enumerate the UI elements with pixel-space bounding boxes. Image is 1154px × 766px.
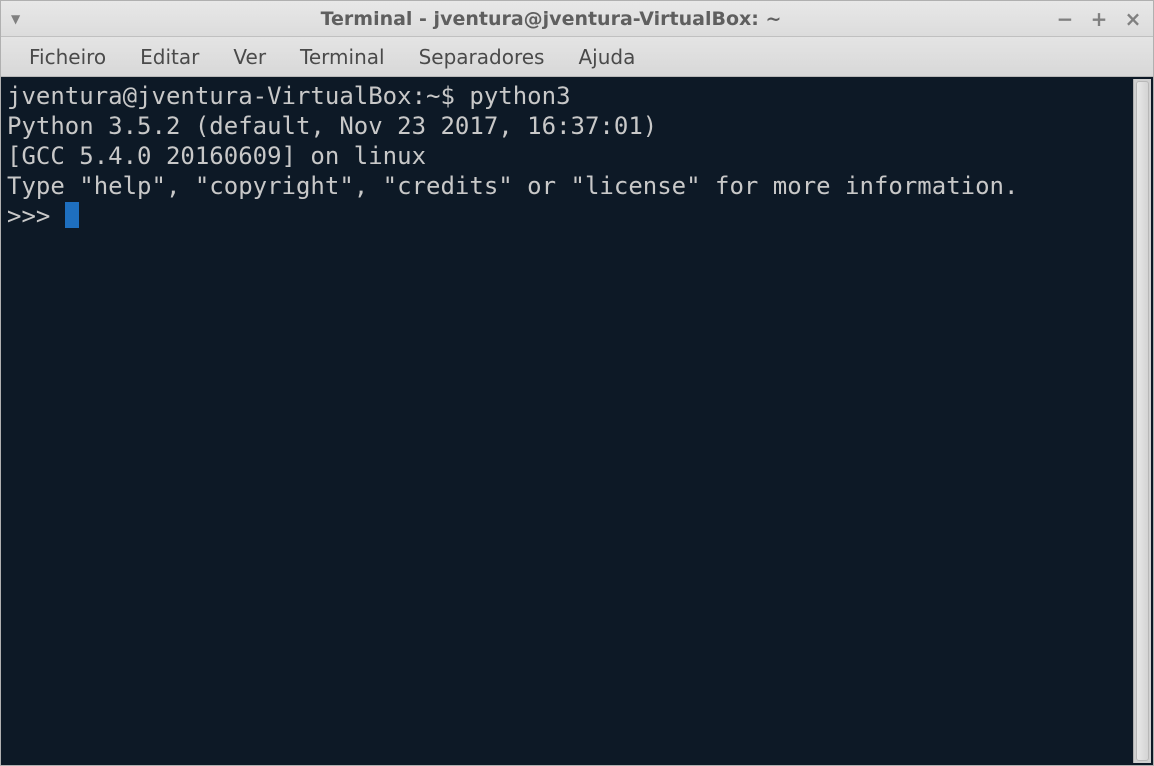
minimize-button[interactable]: − [1055,9,1075,29]
menu-editar[interactable]: Editar [126,41,213,73]
terminal-window: ▼ Terminal - jventura@jventura-VirtualBo… [0,0,1154,766]
python-repl-prompt: >>> [7,202,65,230]
menu-ficheiro[interactable]: Ficheiro [15,41,120,73]
menubar: Ficheiro Editar Ver Terminal Separadores… [1,37,1153,77]
shell-command: python3 [469,82,570,110]
close-button[interactable]: × [1123,9,1143,29]
menu-terminal[interactable]: Terminal [286,41,399,73]
maximize-button[interactable]: + [1089,9,1109,29]
scrollbar[interactable] [1133,79,1151,763]
menu-ajuda[interactable]: Ajuda [564,41,649,73]
terminal-container: jventura@jventura-VirtualBox:~$ python3 … [1,77,1153,765]
shell-prompt: jventura@jventura-VirtualBox:~$ [7,82,469,110]
scrollbar-thumb[interactable] [1136,81,1149,761]
menu-separadores[interactable]: Separadores [405,41,559,73]
menu-ver[interactable]: Ver [219,41,280,73]
window-title: Terminal - jventura@jventura-VirtualBox:… [47,8,1055,30]
python-help-line: Type "help", "copyright", "credits" or "… [7,172,1018,200]
terminal-output[interactable]: jventura@jventura-VirtualBox:~$ python3 … [5,79,1133,763]
python-version-line: Python 3.5.2 (default, Nov 23 2017, 16:3… [7,112,672,140]
window-menu-dropdown-icon[interactable]: ▼ [11,12,20,26]
cursor [65,202,79,228]
titlebar[interactable]: ▼ Terminal - jventura@jventura-VirtualBo… [1,1,1153,37]
python-compiler-line: [GCC 5.4.0 20160609] on linux [7,142,426,170]
